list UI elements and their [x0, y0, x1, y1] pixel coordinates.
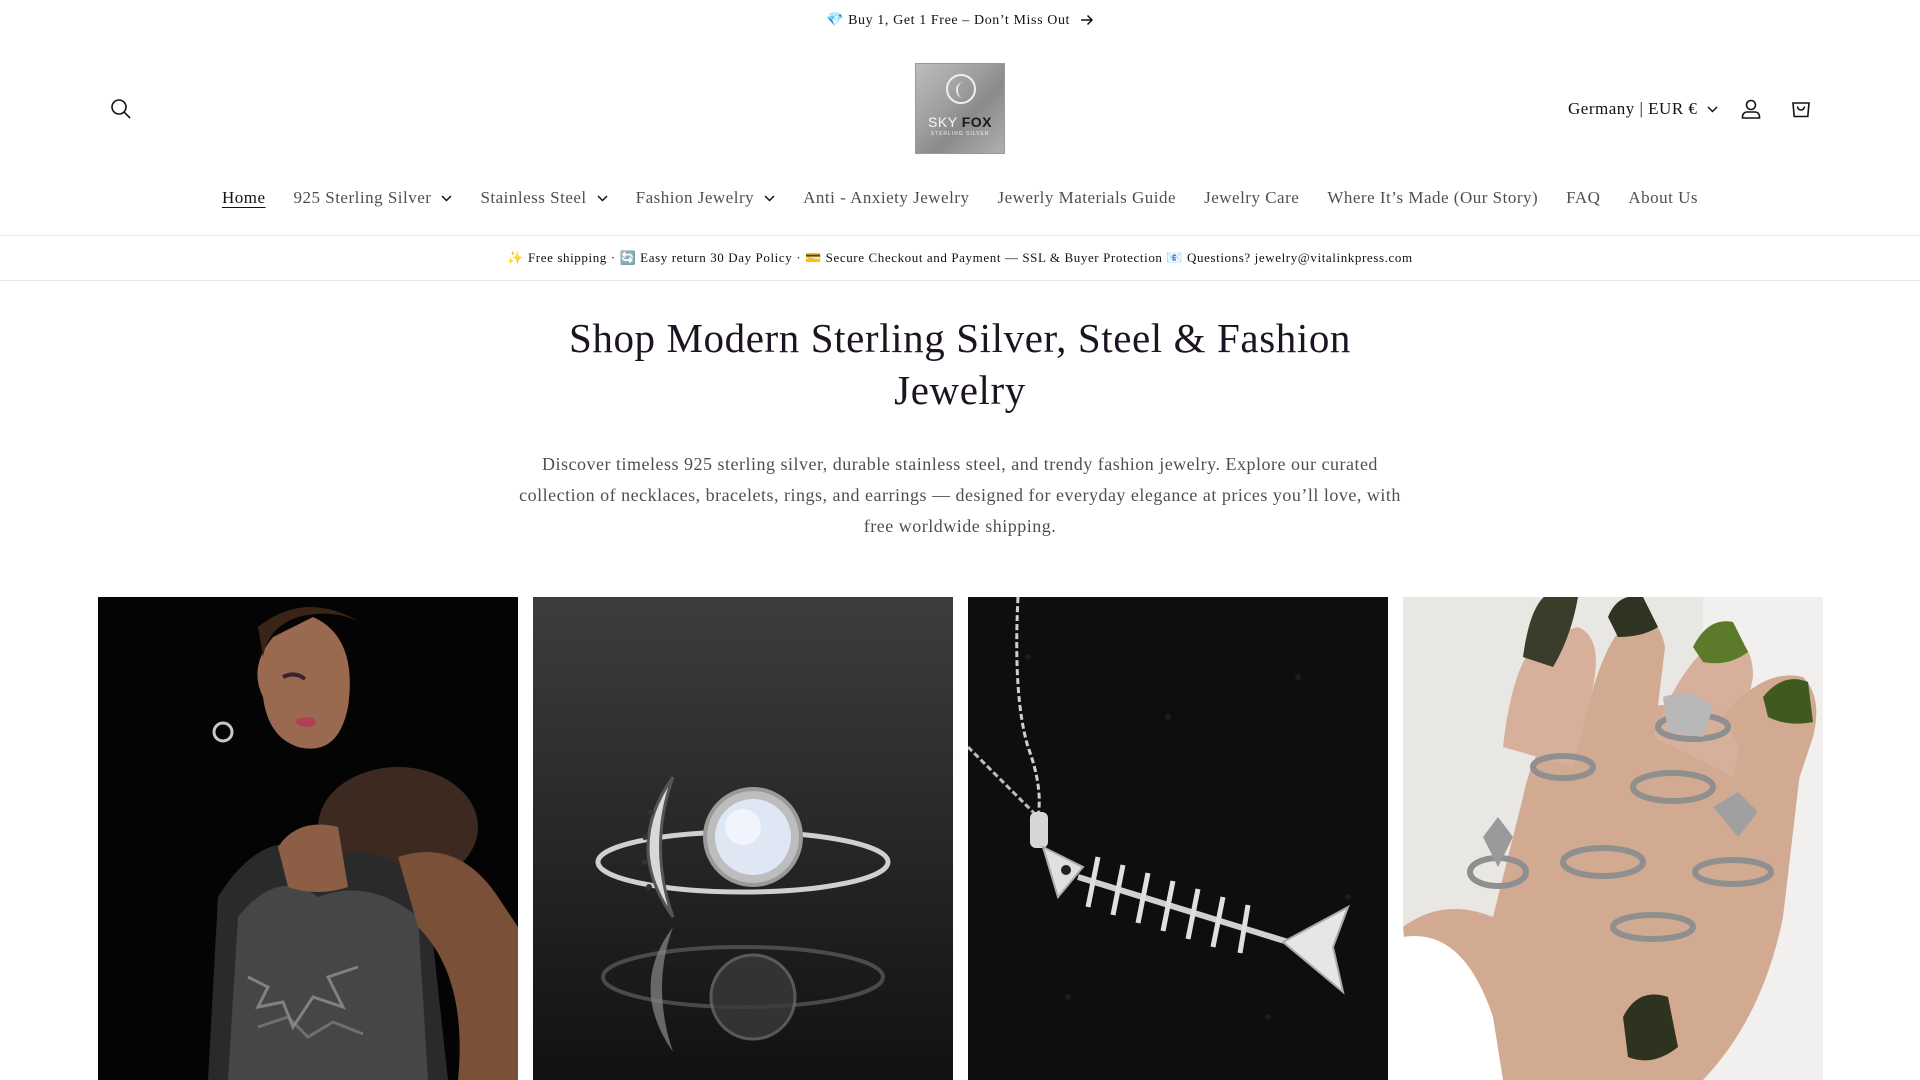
- nav-item-our-story[interactable]: Where It’s Made (Our Story): [1313, 188, 1552, 208]
- logo-tagline: STERLING SILVER: [930, 131, 990, 137]
- nav-item-faq[interactable]: FAQ: [1552, 188, 1614, 208]
- locale-selector[interactable]: Germany | EUR €: [1568, 96, 1718, 122]
- info-bar-text: ✨ Free shipping · 🔄 Easy return 30 Day P…: [507, 250, 1413, 265]
- nav-item-925-sterling-silver[interactable]: 925 Sterling Silver: [280, 188, 467, 208]
- main-nav: Home 925 Sterling Silver Stainless Steel…: [0, 178, 1920, 218]
- account-icon[interactable]: [1731, 89, 1771, 129]
- nav-item-about-us[interactable]: About Us: [1614, 188, 1712, 208]
- chevron-down-icon: [764, 194, 775, 202]
- chevron-down-icon: [441, 194, 452, 202]
- collection-image-fish-necklace[interactable]: [968, 597, 1388, 1080]
- infobar-divider: [0, 280, 1920, 281]
- collection-image-rings-hand[interactable]: [1403, 597, 1823, 1080]
- cart-icon[interactable]: [1781, 89, 1821, 129]
- nav-item-home[interactable]: Home: [208, 188, 280, 208]
- search-icon[interactable]: [101, 89, 141, 129]
- arrow-right-icon[interactable]: [1080, 14, 1094, 26]
- nav-item-anti-anxiety-jewelry[interactable]: Anti - Anxiety Jewelry: [789, 188, 983, 208]
- logo-brand-dark: FOX: [961, 114, 992, 130]
- nav-item-jewelry-care[interactable]: Jewelry Care: [1190, 188, 1313, 208]
- chevron-down-icon: [1707, 105, 1718, 113]
- fox-logo-icon: [946, 74, 976, 104]
- nav-item-materials-guide[interactable]: Jewerly Materials Guide: [983, 188, 1190, 208]
- announcement-bar[interactable]: 💎 Buy 1, Get 1 Free – Don’t Miss Out: [0, 0, 1920, 40]
- collection-image-model[interactable]: [98, 597, 518, 1080]
- info-bar: ✨ Free shipping · 🔄 Easy return 30 Day P…: [0, 236, 1920, 280]
- store-logo[interactable]: SKY FOX STERLING SILVER: [915, 63, 1005, 154]
- nav-item-stainless-steel[interactable]: Stainless Steel: [466, 188, 621, 208]
- nav-item-fashion-jewelry[interactable]: Fashion Jewelry: [622, 188, 789, 208]
- announcement-text[interactable]: 💎 Buy 1, Get 1 Free – Don’t Miss Out: [826, 12, 1070, 29]
- logo-brand-light: SKY: [928, 114, 962, 130]
- chevron-down-icon: [597, 194, 608, 202]
- hero-description: Discover timeless 925 sterling silver, d…: [519, 454, 1401, 536]
- page-title: Shop Modern Sterling Silver, Steel & Fas…: [568, 315, 1352, 413]
- locale-label[interactable]: Germany | EUR €: [1568, 99, 1697, 119]
- collection-image-moon-ring[interactable]: [533, 597, 953, 1080]
